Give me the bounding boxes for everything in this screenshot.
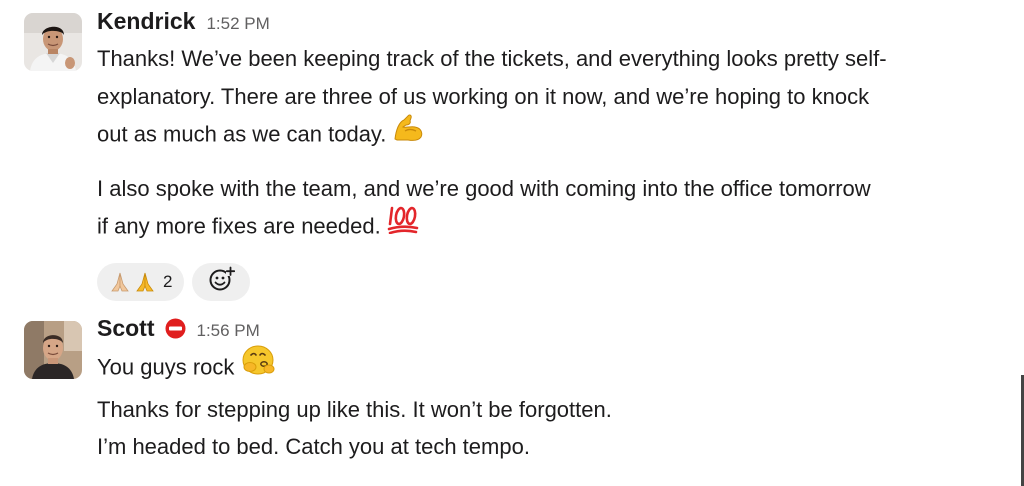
message-line: Thanks! We’ve been keeping track of the … [97,46,887,71]
message-line: I also spoke with the team, and we’re go… [97,175,871,201]
reaction-folded-hands[interactable]: 2 [97,262,185,301]
message-line-with-emoji: You guys rock [97,344,1012,391]
message-line-text: if any more fixes are needed. [97,213,381,239]
message-scott: Scott 1:56 PM You guys rock Thanks for s… [0,300,1024,486]
author-name[interactable]: Kendrick [97,8,195,35]
hundred-points-emoji[interactable] [387,204,419,246]
timestamp[interactable]: 1:52 PM [206,14,269,34]
folded-hands-emoji [134,271,156,293]
folded-hands-light-skin-emoji [109,271,131,293]
timestamp[interactable]: 1:56 PM [197,321,260,341]
message-line-text: out as much as we can today. [97,121,387,147]
message-line: Thanks for stepping up like this. It won… [97,396,612,422]
author-name[interactable]: Scott [97,315,155,342]
message-content: Scott 1:56 PM You guys rock Thanks for s… [97,315,1012,466]
no-entry-icon[interactable] [165,318,186,339]
reaction-count: 2 [163,271,173,291]
avatar-kendrick[interactable] [24,13,82,71]
message-line-with-emoji: if any more fixes are needed. [97,204,1012,249]
message-line-with-emoji: out as much as we can today. [97,112,1012,157]
flexed-biceps-emoji[interactable] [392,112,426,154]
message-paragraph: I also spoke with the team, and we’re go… [97,170,1012,249]
message-line: explanatory. There are three of us worki… [97,83,870,109]
message-paragraph: Thanks! We’ve been keeping track of the … [97,40,1012,157]
message-line-text: You guys rock [97,354,235,380]
reactions-bar: 2 [97,262,1012,301]
avatar-scott[interactable] [24,321,82,379]
shy-face-emoji[interactable] [240,344,276,388]
message-line: I’m headed to bed. Catch you at tech tem… [97,434,530,459]
add-reaction-icon [207,265,236,298]
add-reaction-button[interactable] [192,262,251,301]
message-content: Kendrick 1:52 PM Thanks! We’ve been keep… [97,8,1012,301]
message-header: Scott 1:56 PM [97,315,1012,347]
message-header: Kendrick 1:52 PM [97,8,1012,40]
message-kendrick: Kendrick 1:52 PM Thanks! We’ve been keep… [0,0,1024,301]
